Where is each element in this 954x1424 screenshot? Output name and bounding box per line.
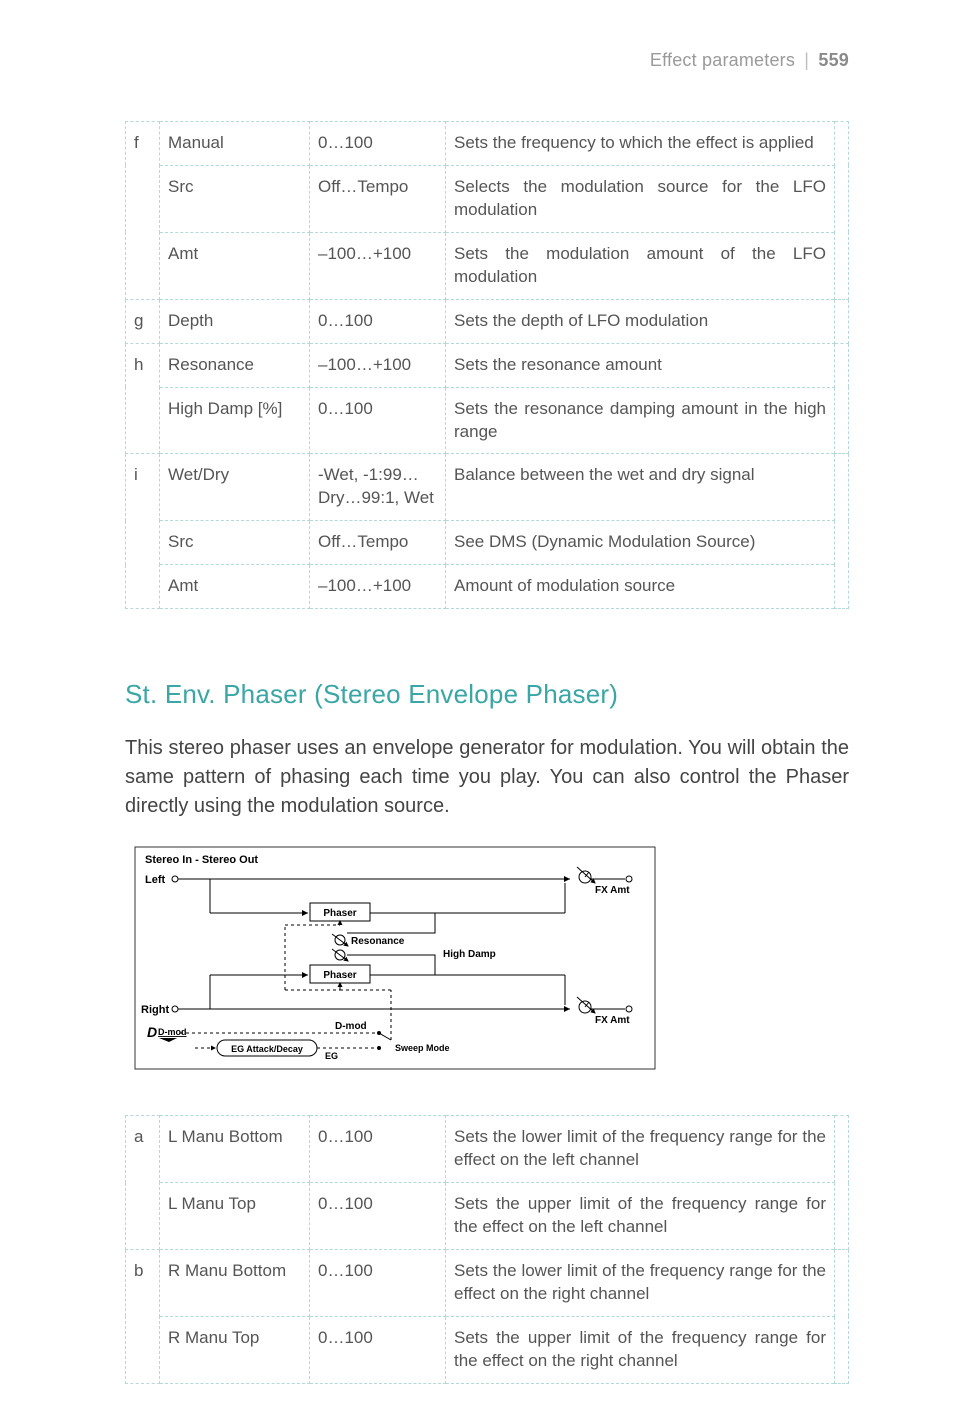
param-desc: See DMS (Dynamic Modulation Source) (446, 521, 835, 565)
diagram-resonance: Resonance (351, 936, 405, 947)
table-row: Amt –100…+100 Amount of modulation sourc… (126, 565, 849, 609)
param-range: 0…100 (310, 387, 446, 454)
resonance-knob-icon (332, 934, 348, 946)
parameter-table-1: f Manual 0…100 Sets the frequency to whi… (125, 121, 849, 609)
diagram-left-label: Left (145, 874, 166, 886)
block-diagram: Stereo In - Stereo Out Left Phaser FX Am… (125, 845, 849, 1075)
param-name: High Damp [%] (160, 387, 310, 454)
table-row: Src Off…Tempo See DMS (Dynamic Modulatio… (126, 521, 849, 565)
table-row: R Manu Top 0…100 Sets the upper limit of… (126, 1316, 849, 1383)
param-desc: Balance between the wet and dry signal (446, 454, 835, 521)
diagram-right-label: Right (141, 1004, 169, 1016)
table-row: Src Off…Tempo Selects the modulation sou… (126, 165, 849, 232)
table-row: a L Manu Bottom 0…100 Sets the lower lim… (126, 1116, 849, 1183)
diagram-dmod-label: D-mod (335, 1021, 367, 1032)
row-tail (835, 454, 849, 609)
table-row: h Resonance –100…+100 Sets the resonance… (126, 343, 849, 387)
param-name: R Manu Bottom (160, 1249, 310, 1316)
param-range: 0…100 (310, 122, 446, 166)
block-diagram-svg: Stereo In - Stereo Out Left Phaser FX Am… (125, 845, 665, 1075)
param-range: 0…100 (310, 1183, 446, 1250)
param-desc: Sets the resonance damping amount in the… (446, 387, 835, 454)
param-name: Src (160, 165, 310, 232)
section-body: This stereo phaser uses an envelope gene… (125, 734, 849, 821)
param-name: Resonance (160, 343, 310, 387)
table-row: b R Manu Bottom 0…100 Sets the lower lim… (126, 1249, 849, 1316)
param-range: 0…100 (310, 1249, 446, 1316)
row-lead: a (126, 1116, 160, 1250)
diagram-highdamp: High Damp (443, 949, 496, 960)
sweep-switch-icon (377, 1031, 391, 1050)
param-name: L Manu Bottom (160, 1116, 310, 1183)
param-range: Off…Tempo (310, 165, 446, 232)
param-name: L Manu Top (160, 1183, 310, 1250)
param-desc: Sets the lower limit of the frequency ra… (446, 1116, 835, 1183)
param-range: –100…+100 (310, 565, 446, 609)
param-desc: Amount of modulation source (446, 565, 835, 609)
param-name: Amt (160, 232, 310, 299)
param-desc: Sets the upper limit of the frequency ra… (446, 1183, 835, 1250)
table-row: i Wet/Dry -Wet, -1:99…Dry…99:1, Wet Bala… (126, 454, 849, 521)
param-range: –100…+100 (310, 343, 446, 387)
table-row: L Manu Top 0…100 Sets the upper limit of… (126, 1183, 849, 1250)
param-range: 0…100 (310, 1116, 446, 1183)
param-desc: Sets the lower limit of the frequency ra… (446, 1249, 835, 1316)
fx-amt-knob-icon (577, 997, 595, 1013)
param-desc: Sets the frequency to which the effect i… (446, 122, 835, 166)
table-row: Amt –100…+100 Sets the modulation amount… (126, 232, 849, 299)
param-range: 0…100 (310, 1316, 446, 1383)
diagram-fxamt-bottom: FX Amt (595, 1015, 630, 1026)
row-tail (835, 343, 849, 454)
param-name: Wet/Dry (160, 454, 310, 521)
table-row: g Depth 0…100 Sets the depth of LFO modu… (126, 299, 849, 343)
diagram-sweep-mode: Sweep Mode (395, 1043, 450, 1053)
row-tail (835, 1249, 849, 1383)
param-desc: Sets the modulation amount of the LFO mo… (446, 232, 835, 299)
row-lead: i (126, 454, 160, 609)
table-row: f Manual 0…100 Sets the frequency to whi… (126, 122, 849, 166)
running-head-section: Effect parameters (650, 50, 795, 70)
diagram-fxamt-top: FX Amt (595, 885, 630, 896)
fx-amt-knob-icon (577, 867, 595, 883)
param-desc: Sets the depth of LFO modulation (446, 299, 835, 343)
diagram-eg-attack-decay: EG Attack/Decay (231, 1044, 303, 1054)
row-lead: b (126, 1249, 160, 1383)
highdamp-knob-icon (332, 949, 348, 961)
diagram-eg-label: EG (325, 1051, 338, 1061)
param-name: Manual (160, 122, 310, 166)
param-range: –100…+100 (310, 232, 446, 299)
param-desc: Selects the modulation source for the LF… (446, 165, 835, 232)
diagram-dmod-small-icon: D-mod (158, 1027, 187, 1037)
param-range: -Wet, -1:99…Dry…99:1, Wet (310, 454, 446, 521)
row-lead: h (126, 343, 160, 454)
page-number: 559 (818, 50, 849, 70)
row-tail (835, 1116, 849, 1250)
running-head: Effect parameters | 559 (125, 50, 849, 71)
param-desc: Sets the upper limit of the frequency ra… (446, 1316, 835, 1383)
param-range: 0…100 (310, 299, 446, 343)
running-head-divider: | (804, 50, 809, 70)
param-desc: Sets the resonance amount (446, 343, 835, 387)
param-range: Off…Tempo (310, 521, 446, 565)
param-name: Amt (160, 565, 310, 609)
param-name: R Manu Top (160, 1316, 310, 1383)
row-lead: g (126, 299, 160, 343)
diagram-phaser-top: Phaser (323, 908, 356, 919)
diagram-title: Stereo In - Stereo Out (145, 854, 258, 866)
param-name: Depth (160, 299, 310, 343)
diagram-d-icon: D (147, 1024, 157, 1040)
row-lead: f (126, 122, 160, 300)
param-name: Src (160, 521, 310, 565)
diagram-phaser-bottom: Phaser (323, 970, 356, 981)
parameter-table-2: a L Manu Bottom 0…100 Sets the lower lim… (125, 1115, 849, 1384)
row-tail (835, 299, 849, 343)
table-row: High Damp [%] 0…100 Sets the resonance d… (126, 387, 849, 454)
row-tail (835, 122, 849, 300)
section-heading: St. Env. Phaser (Stereo Envelope Phaser) (125, 679, 849, 710)
